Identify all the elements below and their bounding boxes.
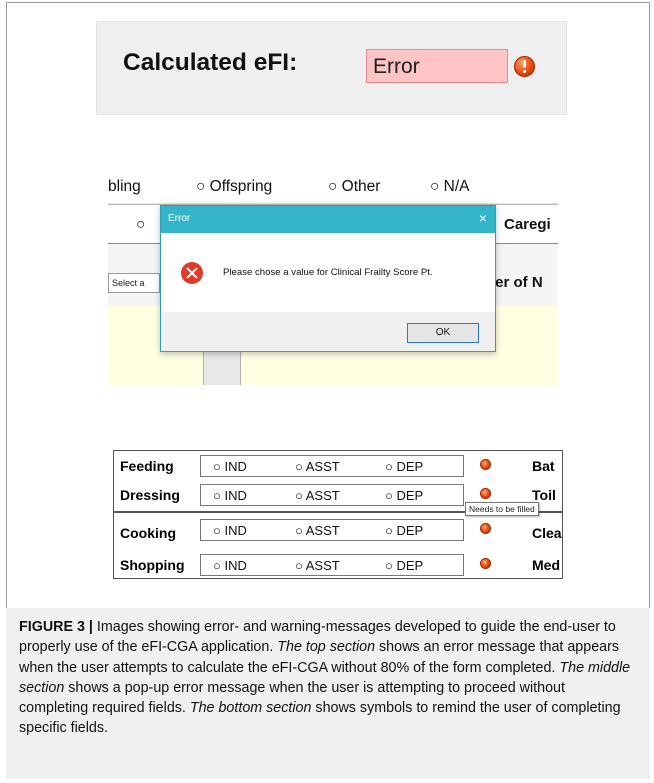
adl-row-cooking: Cooking ○ IND ○ ASST ○ DEP Clea — [114, 515, 562, 550]
cut-option-text: bling — [108, 178, 141, 195]
radio-asst[interactable]: ○ ASST — [295, 488, 340, 503]
dialog-titlebar: Error × — [161, 206, 495, 233]
radio-dep[interactable]: ○ DEP — [385, 558, 423, 573]
right-label-cut: Toil — [532, 487, 556, 503]
radio-group: ○ IND ○ ASST ○ DEP — [200, 519, 464, 541]
radio-ind[interactable]: ○ IND — [213, 523, 247, 538]
calculated-efi-label: Calculated eFI: — [123, 49, 298, 76]
adl-row-feeding: Feeding ○ IND ○ ASST ○ DEP Bat — [114, 451, 562, 480]
radio-na[interactable]: ○ N/A — [430, 178, 470, 196]
select-dropdown[interactable]: Select a — [108, 273, 160, 293]
right-label-cut: Clea — [532, 525, 562, 541]
row-label: Feeding — [120, 458, 174, 474]
radio-dep[interactable]: ○ DEP — [385, 488, 423, 503]
figure-caption: FIGURE 3 | Images showing error- and war… — [6, 608, 650, 779]
row-label: Cooking — [120, 525, 176, 541]
dialog-message: Please chose a value for Clinical Frailt… — [223, 267, 433, 278]
efi-value-text: Error — [373, 55, 420, 78]
radio-group: ○ IND ○ ASST ○ DEP — [200, 455, 464, 477]
error-x-icon — [181, 262, 203, 284]
row-label: Dressing — [120, 487, 180, 503]
warning-icon — [480, 488, 491, 499]
caption-italic-1: The top section — [277, 639, 376, 656]
right-label-cut: Bat — [532, 458, 555, 474]
bottom-section-screenshot: Feeding ○ IND ○ ASST ○ DEP Bat Dressing … — [113, 450, 563, 579]
radio-asst[interactable]: ○ ASST — [295, 523, 340, 538]
close-icon[interactable]: × — [479, 210, 487, 226]
adl-row-shopping: Shopping ○ IND ○ ASST ○ DEP Med — [114, 550, 562, 578]
warning-icon — [480, 523, 491, 534]
warning-icon — [480, 558, 491, 569]
radio-offspring[interactable]: ○ Offspring — [196, 178, 272, 196]
dialog-title: Error — [168, 213, 191, 224]
error-dialog: Error × Please chose a value for Clinica… — [160, 205, 496, 352]
radio-dep[interactable]: ○ DEP — [385, 523, 423, 538]
caption-italic-3: The bottom section — [189, 700, 312, 717]
caregiver-label: Caregi — [504, 216, 551, 233]
row-label: Shopping — [120, 557, 185, 573]
radio-asst[interactable]: ○ ASST — [295, 558, 340, 573]
radio-group: ○ IND ○ ASST ○ DEP — [200, 484, 464, 506]
ok-button[interactable]: OK — [407, 323, 479, 343]
radio-group: ○ IND ○ ASST ○ DEP — [200, 554, 464, 576]
radio-other[interactable]: ○ Other — [328, 178, 380, 196]
radio-ind[interactable]: ○ IND — [213, 488, 247, 503]
radio-ind[interactable]: ○ IND — [213, 459, 247, 474]
radio-dep[interactable]: ○ DEP — [385, 459, 423, 474]
error-icon — [514, 56, 535, 77]
top-section-screenshot: Calculated eFI: Error — [96, 21, 567, 115]
radio-asst[interactable]: ○ ASST — [295, 459, 340, 474]
middle-section-screenshot: bling ○ Offspring ○ Other ○ N/A ○ Caregi… — [108, 170, 558, 385]
dialog-footer: OK — [161, 312, 495, 351]
right-label-cut: Med — [532, 557, 560, 573]
radio-cut[interactable]: ○ — [136, 216, 145, 234]
warning-icon — [480, 459, 491, 470]
radio-ind[interactable]: ○ IND — [213, 558, 247, 573]
needs-filled-tooltip: Needs to be filled — [465, 502, 539, 516]
figure-label: FIGURE 3 | — [19, 619, 93, 635]
relationship-radio-row: bling ○ Offspring ○ Other ○ N/A — [108, 170, 558, 204]
efi-value-field[interactable]: Error — [366, 49, 508, 83]
